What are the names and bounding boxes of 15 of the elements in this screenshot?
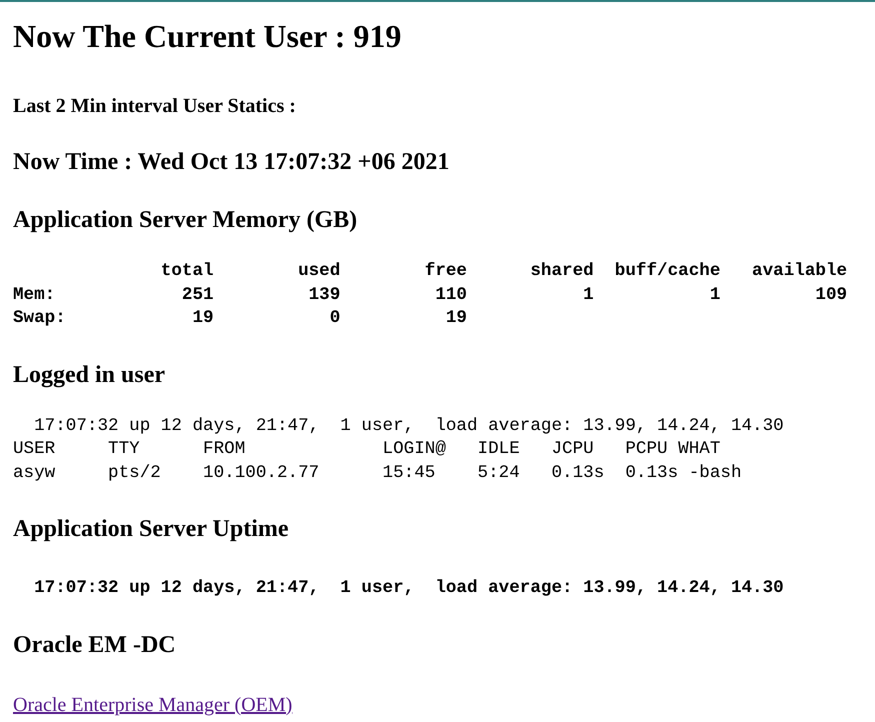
section-heading: Application Server Uptime xyxy=(13,515,290,543)
section-heading: Now Time : Wed Oct 13 17:07:32 +06 2021 xyxy=(13,148,450,176)
output-line: asyw pts/2 10.100.2.77 15:45 5:24 0.13s 0.13s -bash xyxy=(13,462,742,484)
output-line: 17:07:32 up 12 days, 21:47, 1 user, load average: 13.99, 14.24, 14.30 xyxy=(33,577,785,600)
section-subtitle: Last 2 Min interval User Statics : xyxy=(13,94,297,118)
page-title: Now The Current User : 919 xyxy=(13,18,402,54)
oem-link[interactable]: Oracle Enterprise Manager (OEM) xyxy=(13,692,292,716)
output-line: USER TTY FROM LOGIN@ IDLE JCPU PCPU WHAT xyxy=(13,438,722,461)
section-heading: Oracle EM -DC xyxy=(13,630,177,658)
output-line: 17:07:32 up 12 days, 21:47, 1 user, load average: 13.99, 14.24, 14.30 xyxy=(33,414,785,438)
output-line: Mem: 251 139 110 1 1 109 xyxy=(13,284,848,306)
section-heading: Logged in user xyxy=(13,360,166,388)
section-heading: Application Server Memory (GB) xyxy=(13,206,358,234)
output-line: total used free shared buff/cache available xyxy=(160,260,848,283)
output-line: Swap: 19 0 19 xyxy=(13,307,468,330)
